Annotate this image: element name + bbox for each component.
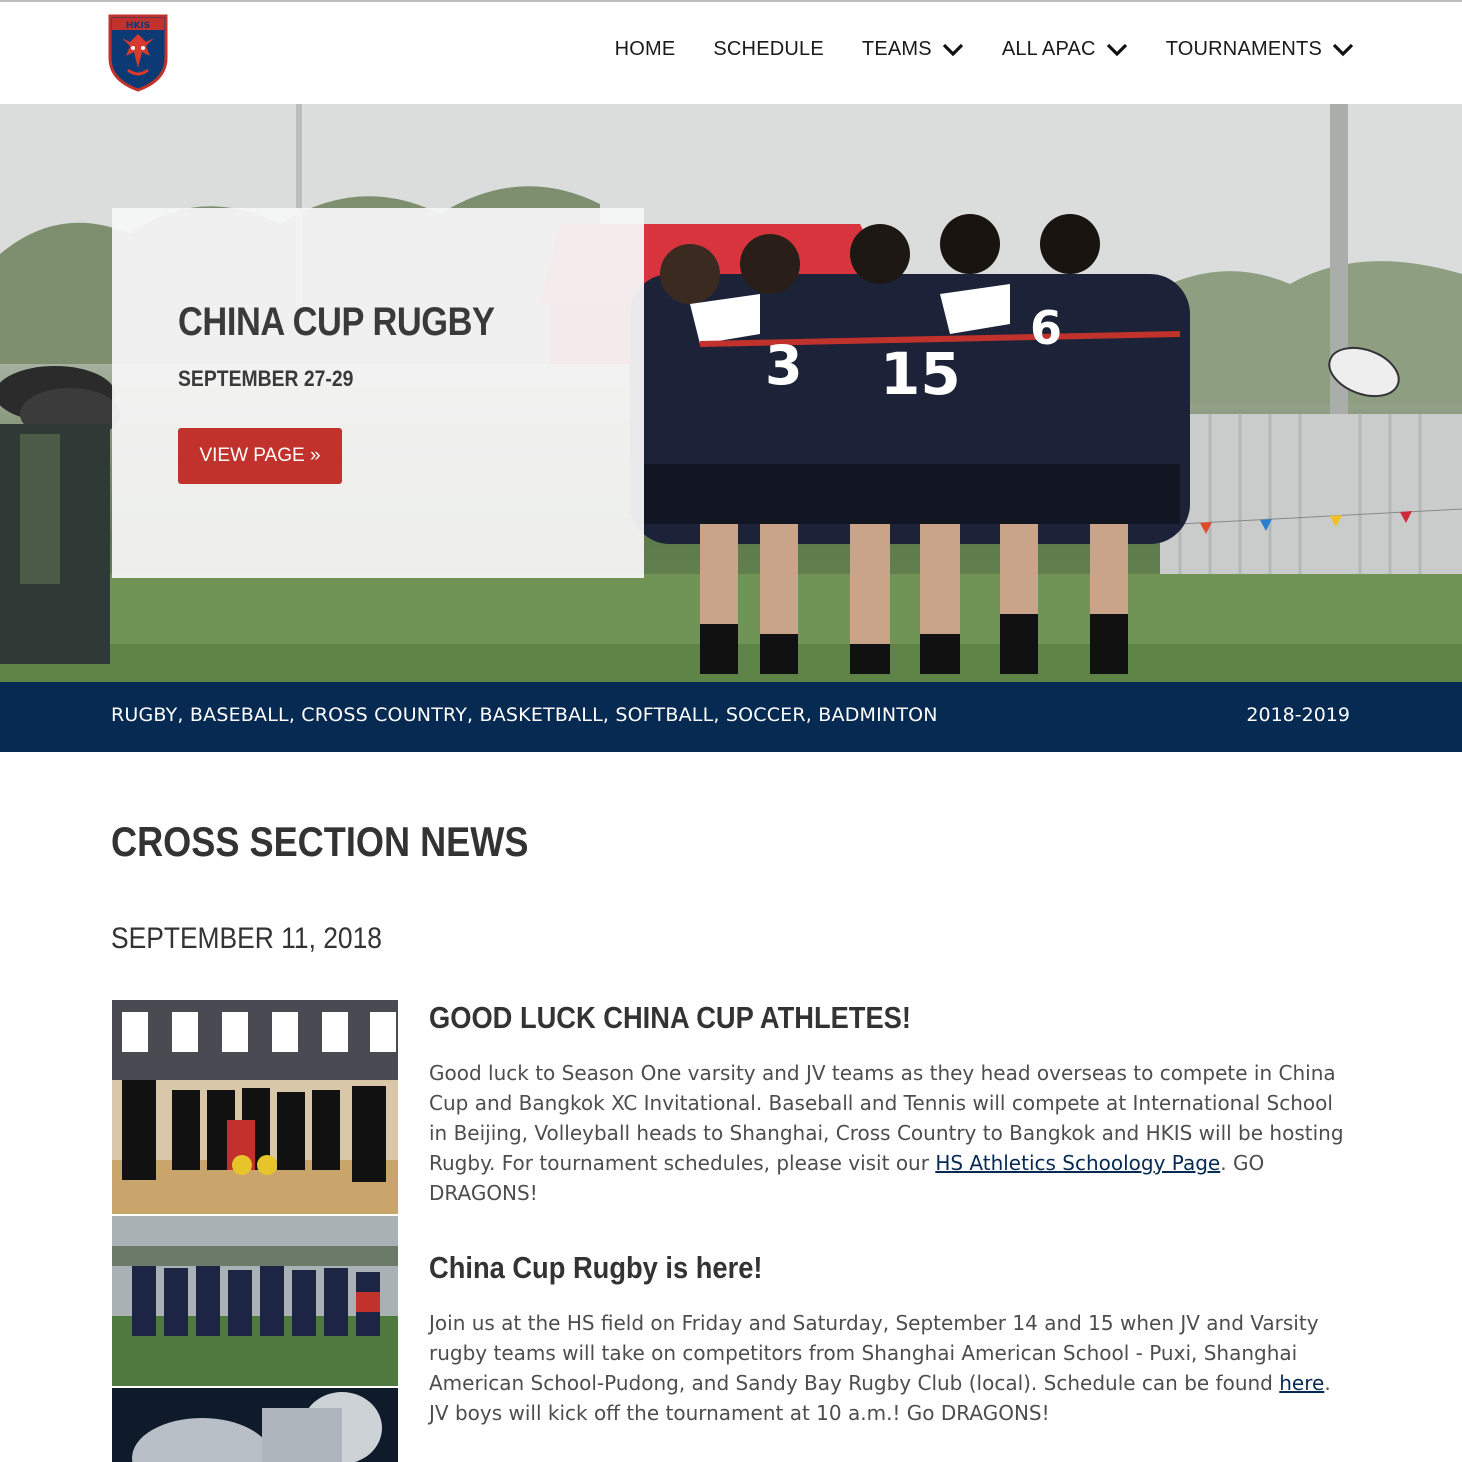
soccer-team-photo[interactable]: [112, 1216, 398, 1386]
article-title: GOOD LUCK CHINA CUP ATHLETES!: [429, 1000, 911, 1035]
news-article-2: China Cup Rugby is here! Join us at the …: [429, 1250, 1349, 1428]
news-thumbnails: [112, 1000, 398, 1462]
sports-strip: RUGBY, BASEBALL, CROSS COUNTRY, BASKETBA…: [0, 682, 1462, 752]
chevron-down-icon: [942, 43, 963, 56]
news-article-1: GOOD LUCK CHINA CUP ATHLETES! Good luck …: [429, 1000, 1349, 1208]
svg-text:HKIS: HKIS: [126, 21, 150, 31]
season-label: 2018-2019: [1246, 704, 1350, 726]
article-text: Join us at the HS field on Friday and Sa…: [429, 1311, 1319, 1395]
svg-text:3: 3: [765, 334, 803, 397]
hero-banner: 3 15 6 CHINA CUP RUGBY SEPTEMBER 27-29 V…: [0, 104, 1462, 682]
main-nav: HOME SCHEDULE TEAMS ALL APAC TOURNAMENTS: [615, 38, 1354, 61]
volleyball-team-image: [112, 1000, 398, 1214]
nav-home-label: HOME: [614, 38, 676, 60]
hkis-logo[interactable]: HKIS: [108, 12, 168, 92]
article-title: China Cup Rugby is here!: [429, 1250, 763, 1285]
nav-schedule[interactable]: SCHEDULE: [713, 38, 824, 61]
nav-all-apac[interactable]: ALL APAC: [1002, 38, 1128, 61]
news-heading: CROSS SECTION NEWS: [111, 818, 529, 865]
trophy-photo[interactable]: [112, 1388, 398, 1462]
svg-text:15: 15: [880, 340, 961, 408]
schedule-here-link[interactable]: here: [1279, 1371, 1324, 1395]
article-body: Join us at the HS field on Friday and Sa…: [429, 1308, 1349, 1428]
nav-tournaments-label: TOURNAMENTS: [1165, 38, 1322, 60]
svg-text:6: 6: [1030, 301, 1062, 355]
schoology-link[interactable]: HS Athletics Schoology Page: [935, 1151, 1220, 1175]
nav-schedule-label: SCHEDULE: [713, 38, 824, 60]
news-date: SEPTEMBER 11, 2018: [111, 922, 382, 955]
chevron-down-icon: [1106, 43, 1127, 56]
hero-title: CHINA CUP RUGBY: [178, 300, 495, 344]
trophy-image: [112, 1388, 398, 1462]
hero-card: CHINA CUP RUGBY SEPTEMBER 27-29 VIEW PAG…: [112, 208, 644, 578]
view-page-button[interactable]: VIEW PAGE »: [178, 428, 342, 484]
nav-tournaments[interactable]: TOURNAMENTS: [1166, 38, 1354, 61]
nav-teams-label: TEAMS: [861, 38, 932, 60]
volleyball-team-photo[interactable]: [112, 1000, 398, 1214]
nav-all-apac-label: ALL APAC: [1001, 38, 1096, 60]
article-body: Good luck to Season One varsity and JV t…: [429, 1058, 1349, 1208]
dragon-shield-icon: HKIS: [108, 14, 168, 92]
site-header: HKIS HOME SCHEDULE TEAMS ALL APAC TOURNA…: [0, 2, 1462, 104]
chevron-down-icon: [1332, 43, 1354, 56]
hero-date: SEPTEMBER 27-29: [178, 366, 354, 391]
nav-teams[interactable]: TEAMS: [862, 38, 964, 61]
nav-home[interactable]: HOME: [615, 38, 676, 61]
sports-list: RUGBY, BASEBALL, CROSS COUNTRY, BASKETBA…: [111, 704, 938, 726]
soccer-team-image: [112, 1216, 398, 1386]
